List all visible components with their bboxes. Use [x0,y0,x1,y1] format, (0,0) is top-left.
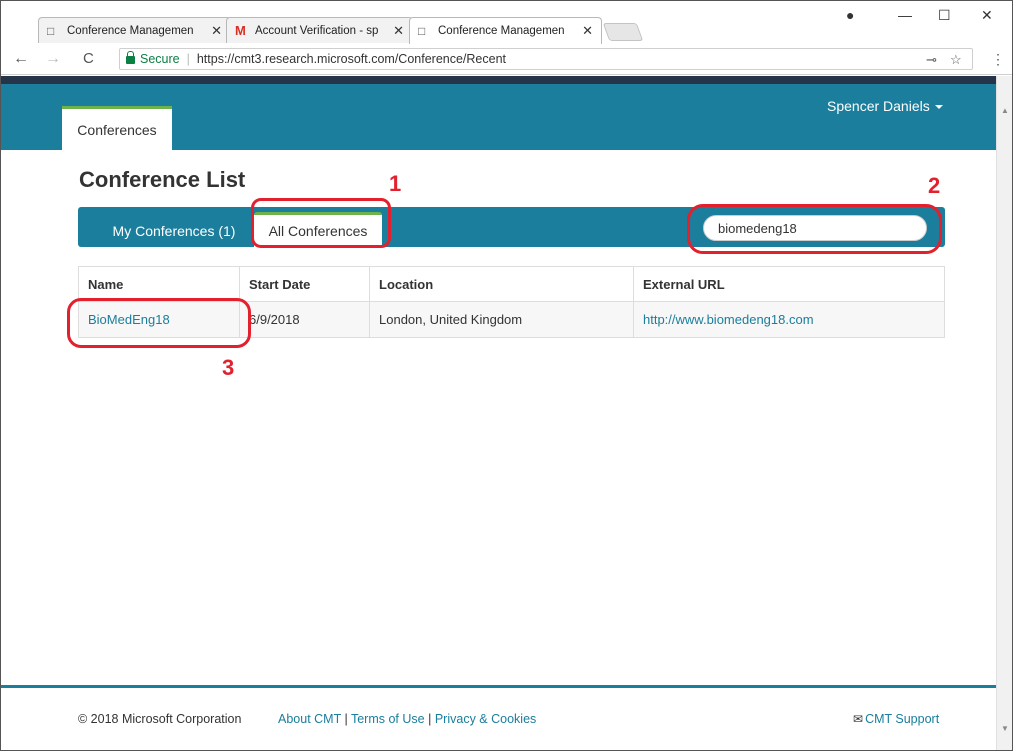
annotation-number-3: 3 [222,355,235,380]
annotation-number-1: 1 [389,171,402,196]
back-icon[interactable]: ← [13,50,29,68]
column-header-name[interactable]: Name [78,266,240,302]
app-navbar: Conferences Spencer Daniels [1,84,996,150]
column-header-start-date[interactable]: Start Date [239,266,370,302]
page-icon: □ [418,24,426,38]
tab-strip: □ Conference Managemen ✕ M Account Verif… [1,1,1012,44]
secure-label: Secure [140,52,180,66]
footer: © 2018 Microsoft Corporation About CMT |… [1,685,996,750]
tab-my-conferences[interactable]: My Conferences (1) [94,214,254,247]
forward-icon[interactable]: → [45,50,61,68]
tab-title: Conference Managemen [67,24,194,37]
menu-dots-icon[interactable]: ⋮ [991,51,1005,68]
table-row: BioMedEng18 6/9/2018 London, United King… [78,301,945,338]
pipe-separator: | [428,712,435,726]
maximize-icon[interactable]: ☐ [938,7,951,24]
about-link[interactable]: About CMT [278,712,341,726]
top-stripe [1,76,996,84]
scroll-down-icon[interactable]: ▼ [1001,724,1009,733]
user-name: Spencer Daniels [827,98,930,114]
annotation-number-2: 2 [928,173,941,198]
browser-window: □ Conference Managemen ✕ M Account Verif… [0,0,1013,751]
minimize-icon[interactable]: — [898,7,912,23]
nav-tab-conferences[interactable]: Conferences [62,106,172,150]
terms-link[interactable]: Terms of Use [351,712,425,726]
scroll-up-icon[interactable]: ▲ [1001,106,1009,115]
page-icon: □ [47,23,55,38]
address-bar[interactable]: Secure | https://cmt3.research.microsoft… [119,48,973,70]
cell-name: BioMedEng18 [78,301,240,338]
browser-tab-2[interactable]: M Account Verification - sp ✕ [226,17,413,43]
table-header-row: Name Start Date Location External URL [78,266,945,302]
cell-start-date: 6/9/2018 [239,301,370,338]
conference-table: Name Start Date Location External URL Bi… [78,266,945,338]
tab-title: Account Verification - sp [255,24,379,37]
cell-external-url: http://www.biomedeng18.com [633,301,945,338]
url-text: https://cmt3.research.microsoft.com/Conf… [196,52,507,66]
page-title: Conference List [79,167,246,192]
key-icon[interactable]: ⊸ [926,52,937,68]
reload-icon[interactable]: C [83,50,94,67]
address-row: ← → C Secure | https://cmt3.research.mic… [1,43,1012,75]
user-menu[interactable]: Spencer Daniels [827,98,943,114]
caret-down-icon [934,105,943,110]
tab-all-conferences[interactable]: All Conferences [254,212,382,247]
browser-tab-1[interactable]: □ Conference Managemen ✕ [38,17,231,43]
star-icon[interactable]: ☆ [950,52,962,68]
profile-icon[interactable]: ● [846,7,854,23]
new-tab-button[interactable] [602,23,644,41]
browser-tab-3[interactable]: □ Conference Managemen ✕ [409,17,602,44]
close-icon[interactable]: ✕ [582,23,593,39]
separator: | [186,52,190,66]
conference-link[interactable]: BioMedEng18 [88,312,170,327]
privacy-link[interactable]: Privacy & Cookies [435,712,536,726]
close-icon[interactable]: ✕ [211,23,222,39]
cell-location: London, United Kingdom [369,301,634,338]
envelope-icon: ✉ [853,712,864,726]
conference-tabs-bar: My Conferences (1) All Conferences [78,207,945,247]
column-header-location[interactable]: Location [369,266,634,302]
close-icon[interactable]: ✕ [393,23,404,39]
support-link[interactable]: ✉ CMT Support [853,712,939,726]
copyright-text: © 2018 Microsoft Corporation [78,712,242,726]
tab-title: Conference Managemen [438,25,565,37]
search-input[interactable] [703,215,927,241]
gmail-icon: M [235,23,246,38]
support-label: CMT Support [865,712,940,726]
external-url-link[interactable]: http://www.biomedeng18.com [643,312,814,327]
page-scrollbar[interactable]: ▲ ▼ [996,76,1012,750]
footer-links: About CMT | Terms of Use | Privacy & Coo… [278,712,536,726]
column-header-external-url[interactable]: External URL [633,266,945,302]
lock-icon [126,51,135,64]
secure-indicator[interactable]: Secure [126,51,180,66]
close-window-icon[interactable]: ✕ [981,7,993,24]
